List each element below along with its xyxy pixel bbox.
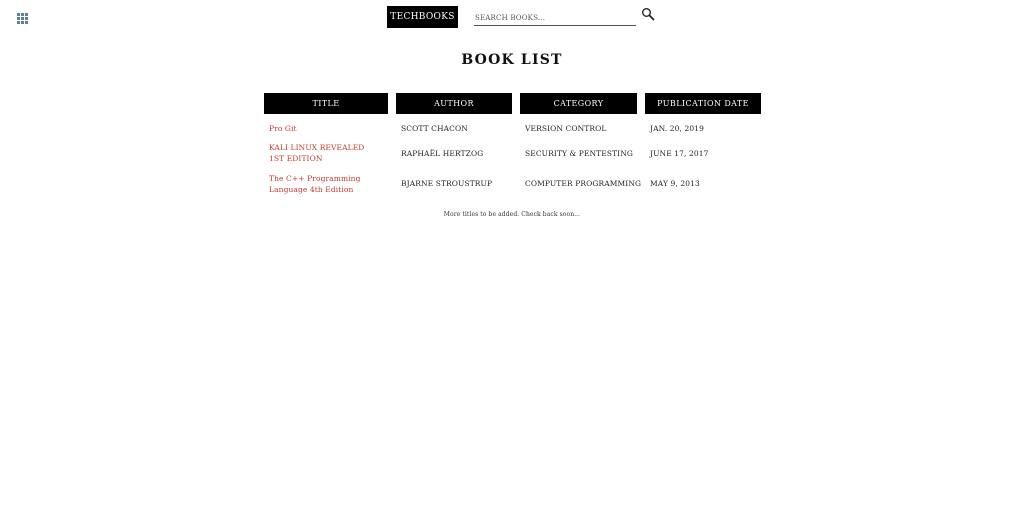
more-titles-note: More titles to be added. Check back soon… bbox=[443, 211, 581, 218]
column-header-title: TITLE bbox=[264, 93, 388, 114]
book-author: BJARNE STROUSTRUP bbox=[401, 179, 493, 188]
grid-dot bbox=[17, 13, 20, 16]
book-title-link[interactable]: KALI LINUX REVEALED 1ST EDITION bbox=[269, 142, 381, 164]
page: TECHBOOKS BOOK LIST TITLE AUTHOR CATEGOR… bbox=[0, 0, 1024, 513]
book-category: VERSION CONTROL bbox=[525, 124, 607, 133]
book-title-link[interactable]: Pro Git bbox=[269, 123, 384, 134]
grid-dot bbox=[17, 17, 20, 20]
page-title: BOOK LIST bbox=[461, 52, 563, 68]
brand-logo-link[interactable]: TECHBOOKS bbox=[387, 6, 458, 28]
grid-menu-icon[interactable] bbox=[17, 13, 28, 24]
book-author: RAPHAËL HERTZOG bbox=[401, 149, 484, 158]
book-title-link[interactable]: The C++ Programming Language 4th Edition bbox=[269, 173, 381, 195]
column-header-author: AUTHOR bbox=[396, 93, 512, 114]
book-category: SECURITY & PENTESTING bbox=[525, 149, 633, 158]
grid-dot bbox=[25, 21, 28, 24]
column-header-publication-date: PUBLICATION DATE bbox=[645, 93, 761, 114]
book-category: COMPUTER PROGRAMMING bbox=[525, 179, 642, 188]
grid-dot bbox=[25, 13, 28, 16]
grid-dot bbox=[21, 17, 24, 20]
book-publication-date: JUNE 17, 2017 bbox=[650, 149, 709, 158]
grid-dot bbox=[17, 21, 20, 24]
column-header-category: CATEGORY bbox=[520, 93, 637, 114]
grid-dot bbox=[25, 17, 28, 20]
search-input[interactable] bbox=[474, 10, 636, 26]
grid-dot bbox=[21, 21, 24, 24]
book-author: SCOTT CHACON bbox=[401, 124, 468, 133]
book-publication-date: JAN. 20, 2019 bbox=[650, 124, 704, 133]
grid-dot bbox=[21, 13, 24, 16]
search-icon[interactable] bbox=[641, 7, 655, 21]
book-publication-date: MAY 9, 2013 bbox=[650, 179, 700, 188]
